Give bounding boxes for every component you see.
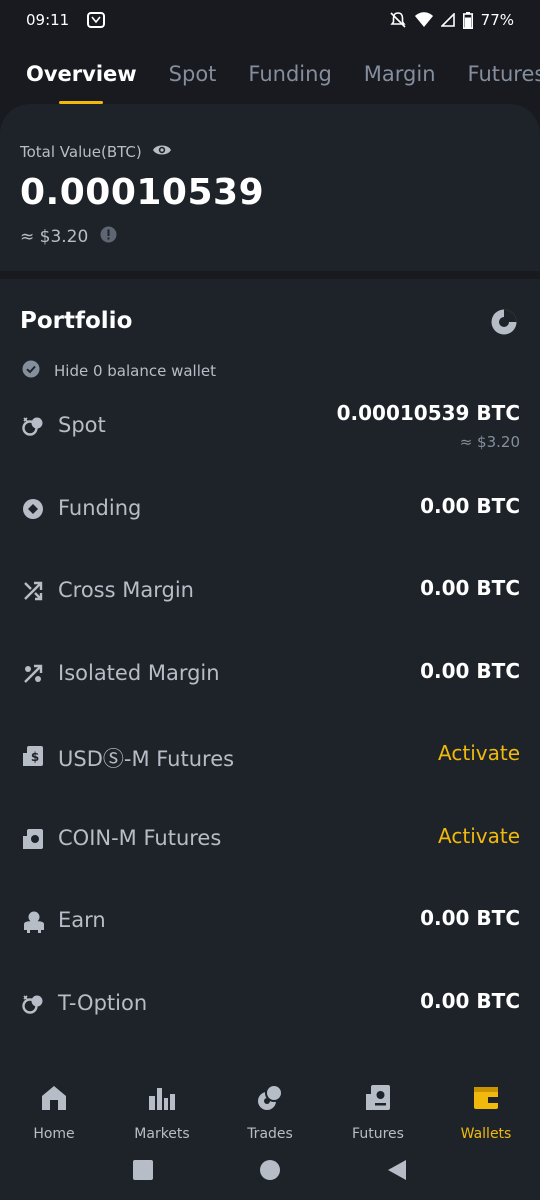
row-label: Funding <box>58 495 142 520</box>
row-value: 0.00 BTC <box>420 576 520 600</box>
signal-icon <box>440 13 455 27</box>
status-time: 09:11 <box>26 11 70 29</box>
isolated-margin-icon <box>22 663 46 687</box>
nav-label: Trades <box>247 1126 293 1142</box>
row-value: 0.00 BTC <box>420 906 520 930</box>
tab-funding[interactable]: Funding <box>248 52 331 96</box>
total-value-usd-row: ≈ $3.20 <box>20 226 117 248</box>
row-label: Spot <box>58 413 106 437</box>
activate-link[interactable]: Activate <box>438 824 520 848</box>
recents-icon[interactable] <box>132 1159 154 1185</box>
row-label: USDⓈ-M Futures <box>58 747 235 771</box>
trades-icon <box>256 1084 284 1116</box>
portfolio-title: Portfolio <box>20 308 133 334</box>
back-icon[interactable] <box>386 1159 408 1185</box>
spot-icon <box>22 415 46 439</box>
status-indicators: 77% <box>389 11 514 29</box>
total-value-btc: 0.00010539 <box>20 172 265 213</box>
eye-icon[interactable] <box>152 143 172 161</box>
row-label: T-Option <box>58 990 148 1015</box>
notification-app-icon <box>87 12 106 28</box>
portfolio-list: Spot 0.00010539 BTC ≈ $3.20 Funding 0.00… <box>0 385 540 1045</box>
nav-trades[interactable]: Trades <box>216 1074 324 1144</box>
nav-futures[interactable]: Futures <box>324 1074 432 1144</box>
nav-label: Home <box>33 1126 75 1142</box>
nav-label: Markets <box>134 1126 190 1142</box>
tab-overview[interactable]: Overview <box>26 52 137 96</box>
nav-wallets[interactable]: Wallets <box>432 1074 540 1144</box>
portfolio-row-t-option[interactable]: T-Option 0.00 BTC <box>0 963 540 1046</box>
check-circle-icon[interactable] <box>22 360 40 382</box>
wifi-icon <box>414 12 433 28</box>
total-value-label-row: Total Value(BTC) <box>20 143 172 161</box>
portfolio-row-isolated-margin[interactable]: Isolated Margin 0.00 BTC <box>0 633 540 716</box>
row-value: 0.00010539 BTC <box>336 401 520 425</box>
usds-futures-icon: $ <box>22 745 46 769</box>
row-label: Isolated Margin <box>58 660 220 685</box>
futures-icon <box>364 1084 392 1116</box>
wallet-icon <box>472 1084 500 1116</box>
row-sub-value: ≈ $3.20 <box>459 433 520 451</box>
portfolio-row-earn[interactable]: Earn 0.00 BTC <box>0 880 540 963</box>
portfolio-row-usds-m-futures[interactable]: $ USDⓈ-M Futures Activate <box>0 715 540 798</box>
coin-futures-icon <box>22 828 46 852</box>
tab-spot[interactable]: Spot <box>169 52 217 96</box>
row-value: 0.00 BTC <box>420 658 520 683</box>
funding-icon <box>22 498 46 522</box>
home-circle-icon[interactable] <box>259 1159 281 1185</box>
row-label: Earn <box>58 908 106 932</box>
row-label: COIN-M Futures <box>58 825 222 850</box>
battery-percent: 77% <box>480 11 514 29</box>
system-nav-bar <box>0 1144 540 1200</box>
cross-margin-icon <box>22 580 46 604</box>
tab-margin[interactable]: Margin <box>364 52 436 96</box>
nav-label: Futures <box>352 1126 404 1142</box>
row-value: 0.00 BTC <box>420 493 520 518</box>
wallet-tabs: Overview Spot Funding Margin Futures <box>0 52 540 104</box>
battery-icon <box>462 11 473 29</box>
svg-text:$: $ <box>31 750 39 764</box>
bottom-nav: Home Markets Trades Futures Wallets <box>0 1074 540 1144</box>
tab-futures[interactable]: Futures <box>468 52 540 96</box>
total-value-label: Total Value(BTC) <box>20 143 142 161</box>
total-value-usd: ≈ $3.20 <box>20 227 89 247</box>
markets-icon <box>148 1084 176 1116</box>
row-label: Cross Margin <box>58 578 194 602</box>
nav-markets[interactable]: Markets <box>108 1074 216 1144</box>
portfolio-row-spot[interactable]: Spot 0.00010539 BTC ≈ $3.20 <box>0 385 540 468</box>
row-value: 0.00 BTC <box>420 988 520 1013</box>
portfolio-row-cross-margin[interactable]: Cross Margin 0.00 BTC <box>0 550 540 633</box>
hide-zero-balance-toggle[interactable]: Hide 0 balance wallet <box>22 360 216 382</box>
nav-label: Wallets <box>460 1126 512 1142</box>
earn-icon <box>22 910 46 934</box>
section-divider <box>0 271 540 279</box>
home-icon <box>40 1084 68 1116</box>
portfolio-row-funding[interactable]: Funding 0.00 BTC <box>0 468 540 551</box>
hide-zero-label: Hide 0 balance wallet <box>54 362 217 380</box>
info-icon[interactable] <box>100 226 117 248</box>
nav-home[interactable]: Home <box>0 1074 108 1144</box>
pie-chart-icon[interactable] <box>490 308 518 336</box>
notifications-off-icon <box>389 11 407 29</box>
activate-link[interactable]: Activate <box>438 741 520 765</box>
portfolio-row-coin-m-futures[interactable]: COIN-M Futures Activate <box>0 798 540 881</box>
status-bar: 09:11 77% <box>0 0 540 40</box>
t-option-icon <box>22 993 46 1017</box>
